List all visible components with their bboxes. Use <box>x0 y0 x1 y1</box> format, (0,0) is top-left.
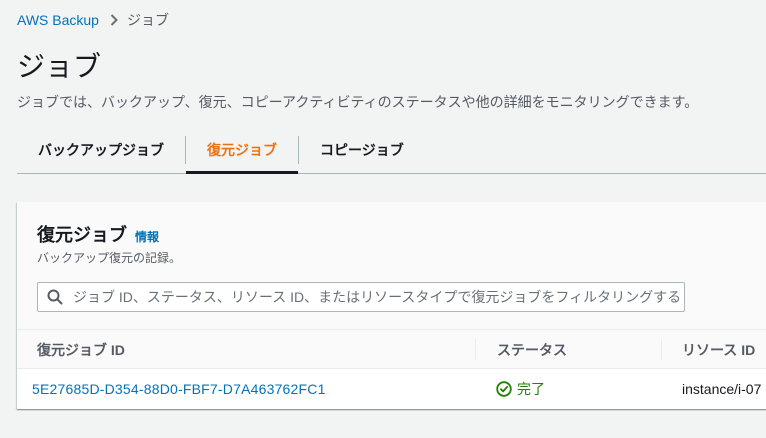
column-divider[interactable] <box>661 339 662 360</box>
page-description: ジョブでは、バックアップ、復元、コピーアクティビティのステータスや他の詳細をモニ… <box>17 94 699 110</box>
tab-label: バックアップジョブ <box>38 141 164 158</box>
page-title: ジョブ <box>17 51 102 82</box>
section-title: 復元ジョブ <box>37 225 127 245</box>
job-tabs: バックアップジョブ 復元ジョブ コピージョブ <box>17 126 766 174</box>
container-header: 復元ジョブ 情報 バックアップ復元の記録。 <box>17 202 766 330</box>
section-description: バックアップ復元の記録。 <box>37 251 182 265</box>
tab-restore-jobs[interactable]: 復元ジョブ <box>186 126 298 174</box>
tab-copy-jobs[interactable]: コピージョブ <box>299 126 425 173</box>
search-icon <box>47 289 63 305</box>
status-text: 完了 <box>517 381 545 397</box>
search-box[interactable] <box>37 282 685 312</box>
table-row: 5E27685D-D354-88D0-FBF7-D7A463762FC1 完了 … <box>17 369 766 409</box>
resource-id-value: instance/i-07 <box>682 381 762 397</box>
breadcrumb: AWS Backup ジョブ <box>17 11 169 29</box>
breadcrumb-aws-backup-link[interactable]: AWS Backup <box>17 11 99 29</box>
column-header-status[interactable]: ステータス <box>497 330 567 369</box>
breadcrumb-current: ジョブ <box>126 12 169 28</box>
column-divider[interactable] <box>475 339 476 360</box>
column-header-job-id[interactable]: 復元ジョブ ID <box>37 330 125 369</box>
restore-jobs-container: 復元ジョブ 情報 バックアップ復元の記録。 復元ジョブ ID ステータス リソー… <box>17 202 766 409</box>
restore-job-id-link[interactable]: 5E27685D-D354-88D0-FBF7-D7A463762FC1 <box>32 381 326 397</box>
page: AWS Backup ジョブ ジョブ ジョブでは、バックアップ、復元、コピーアク… <box>0 0 766 438</box>
tab-label: コピージョブ <box>320 141 404 158</box>
status-success-icon <box>496 381 512 397</box>
status-cell: 完了 <box>496 369 545 409</box>
column-header-resource-id[interactable]: リソース ID <box>682 330 755 369</box>
table-header: 復元ジョブ ID ステータス リソース ID <box>17 330 766 369</box>
tab-label: 復元ジョブ <box>207 141 277 158</box>
tab-backup-jobs[interactable]: バックアップジョブ <box>17 126 185 173</box>
chevron-right-icon <box>110 14 118 26</box>
search-input[interactable] <box>73 289 684 305</box>
info-link[interactable]: 情報 <box>135 228 159 245</box>
